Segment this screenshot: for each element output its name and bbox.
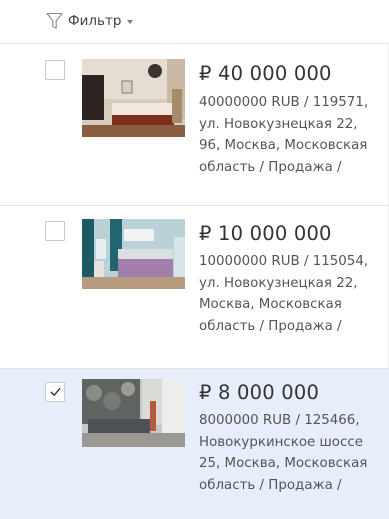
description-line: область / Продажа / <box>199 318 342 334</box>
row-checkbox[interactable] <box>45 221 65 241</box>
listing-price[interactable]: ₽ 40 000 000 <box>199 62 332 85</box>
description-line: область / Продажа / <box>199 159 342 175</box>
filter-label: Фильтр <box>68 13 122 29</box>
description-line: Москва, Московская <box>199 297 342 312</box>
description-line: 40000000 RUB / 119571, <box>199 95 369 110</box>
list-item[interactable]: ₽ 40 000 000 40000000 RUB / 119571, ул. … <box>0 45 389 205</box>
description-line: ул. Новокузнецкая 22, <box>199 116 358 132</box>
description-line: область / Продажа / <box>199 477 342 493</box>
description-line: 10000000 RUB / 115054, <box>199 254 369 269</box>
bedroom-photo[interactable] <box>82 219 185 289</box>
row-checkbox[interactable] <box>45 382 65 402</box>
bedroom-photo[interactable] <box>82 59 185 137</box>
listing-description: 10000000 RUB / 115054, ул. Новокузнецкая… <box>199 251 389 337</box>
living-room-photo[interactable] <box>82 379 185 447</box>
description-line: 8000000 RUB / 125466, <box>199 413 360 428</box>
listing-price[interactable]: ₽ 8 000 000 <box>199 381 319 404</box>
listing-description: 8000000 RUB / 125466, Новокуркинское шос… <box>199 410 389 496</box>
row-checkbox[interactable] <box>45 60 65 80</box>
description-line: ул. Новокузнецкая 22, <box>199 275 358 291</box>
listing-price[interactable]: ₽ 10 000 000 <box>199 222 332 245</box>
description-line: Новокуркинское шоссе <box>199 434 363 450</box>
checkmark-icon <box>50 387 61 396</box>
list-toolbar: Фильтр <box>0 0 389 44</box>
list-item[interactable]: ₽ 10 000 000 10000000 RUB / 115054, ул. … <box>0 206 389 368</box>
listing-description: 40000000 RUB / 119571, ул. Новокузнецкая… <box>199 92 389 178</box>
funnel-icon <box>46 12 63 29</box>
chevron-down-icon[interactable] <box>127 20 134 24</box>
list-item[interactable]: ₽ 8 000 000 8000000 RUB / 125466, Новоку… <box>0 369 389 519</box>
description-line: 25, Москва, Московская <box>199 456 368 471</box>
filter-button[interactable]: Фильтр <box>46 11 134 31</box>
description-line: 96, Москва, Московская <box>199 138 368 153</box>
